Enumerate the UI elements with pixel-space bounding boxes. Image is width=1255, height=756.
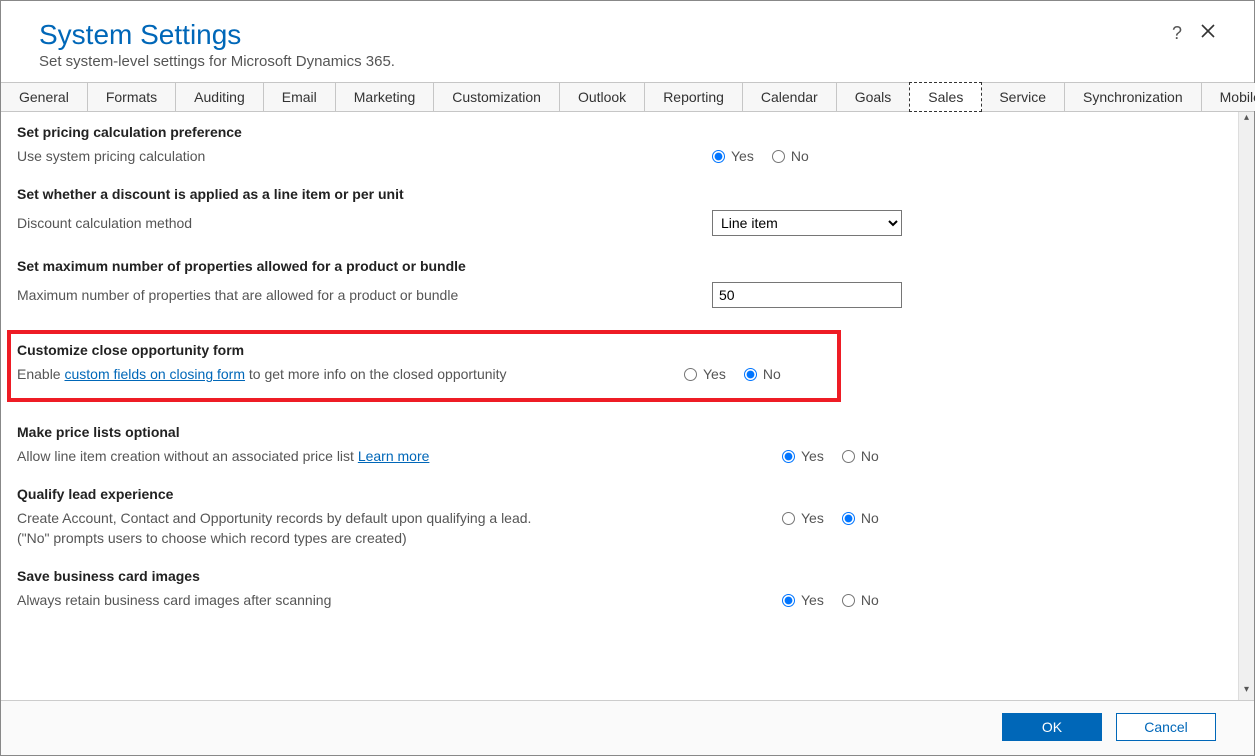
close-icon[interactable] — [1200, 23, 1216, 44]
label-price-lists: Allow line item creation without an asso… — [17, 448, 782, 464]
tab-mobile-client[interactable]: Mobile Client — [1202, 83, 1255, 111]
content-wrapper: Set pricing calculation preference Use s… — [1, 112, 1254, 701]
system-settings-dialog: System Settings Set system-level setting… — [0, 0, 1255, 756]
radio-qualify-lead-no[interactable]: No — [842, 510, 879, 526]
label-pricing: Use system pricing calculation — [17, 148, 712, 164]
radio-group-close-opp: Yes No — [684, 366, 884, 382]
radio-pricing-yes[interactable]: Yes — [712, 148, 754, 164]
section-biz-card-title: Save business card images — [17, 568, 1222, 584]
radio-group-pricing: Yes No — [712, 148, 912, 164]
tab-synchronization[interactable]: Synchronization — [1065, 83, 1202, 111]
tab-general[interactable]: General — [1, 83, 88, 111]
input-max-props[interactable] — [712, 282, 902, 308]
section-max-props-title: Set maximum number of properties allowed… — [17, 258, 1222, 274]
radio-pricing-no[interactable]: No — [772, 148, 809, 164]
section-close-opp-title: Customize close opportunity form — [17, 342, 831, 358]
ok-button[interactable]: OK — [1002, 713, 1102, 741]
link-custom-fields[interactable]: custom fields on closing form — [64, 366, 245, 382]
header-right: ? — [1172, 19, 1216, 44]
section-pricing-title: Set pricing calculation preference — [17, 124, 1222, 140]
section-discount-title: Set whether a discount is applied as a l… — [17, 186, 1222, 202]
row-qualify-lead: Create Account, Contact and Opportunity … — [17, 510, 1222, 526]
tab-service[interactable]: Service — [981, 83, 1065, 111]
content-panel: Set pricing calculation preference Use s… — [1, 112, 1238, 700]
row-biz-card: Always retain business card images after… — [17, 592, 1222, 608]
dialog-header: System Settings Set system-level setting… — [1, 1, 1254, 82]
vertical-scrollbar[interactable]: ▴ ▾ — [1238, 112, 1254, 700]
tab-customization[interactable]: Customization — [434, 83, 560, 111]
radio-biz-card-no[interactable]: No — [842, 592, 879, 608]
link-learn-more-pricelists[interactable]: Learn more — [358, 448, 430, 464]
dialog-title: System Settings — [39, 19, 395, 51]
tab-sales[interactable]: Sales — [909, 82, 982, 112]
tab-marketing[interactable]: Marketing — [336, 83, 434, 111]
tab-reporting[interactable]: Reporting — [645, 83, 743, 111]
section-close-opportunity: Customize close opportunity form Enable … — [7, 330, 841, 402]
tabs-row: General Formats Auditing Email Marketing… — [1, 82, 1254, 112]
tab-goals[interactable]: Goals — [837, 83, 911, 111]
label-discount: Discount calculation method — [17, 215, 712, 231]
note-qualify-lead: ("No" prompts users to choose which reco… — [17, 530, 1222, 546]
radio-group-price-lists: Yes No — [782, 448, 982, 464]
select-discount-method[interactable]: Line item — [712, 210, 902, 236]
radio-price-lists-no[interactable]: No — [842, 448, 879, 464]
tab-formats[interactable]: Formats — [88, 83, 176, 111]
row-pricing: Use system pricing calculation Yes No — [17, 148, 1222, 164]
tab-calendar[interactable]: Calendar — [743, 83, 837, 111]
cancel-button[interactable]: Cancel — [1116, 713, 1216, 741]
radio-group-biz-card: Yes No — [782, 592, 982, 608]
section-biz-card: Save business card images Always retain … — [17, 568, 1222, 608]
row-discount: Discount calculation method Line item — [17, 210, 1222, 236]
scroll-up-icon[interactable]: ▴ — [1239, 112, 1254, 128]
label-close-opp: Enable custom fields on closing form to … — [17, 366, 684, 382]
radio-qualify-lead-yes[interactable]: Yes — [782, 510, 824, 526]
label-biz-card: Always retain business card images after… — [17, 592, 782, 608]
header-left: System Settings Set system-level setting… — [39, 19, 395, 70]
section-pricing: Set pricing calculation preference Use s… — [17, 124, 1222, 164]
row-price-lists: Allow line item creation without an asso… — [17, 448, 1222, 464]
row-max-props: Maximum number of properties that are al… — [17, 282, 1222, 308]
tab-email[interactable]: Email — [264, 83, 336, 111]
radio-price-lists-yes[interactable]: Yes — [782, 448, 824, 464]
tab-auditing[interactable]: Auditing — [176, 83, 264, 111]
row-close-opp: Enable custom fields on closing form to … — [17, 366, 831, 382]
radio-close-opp-yes[interactable]: Yes — [684, 366, 726, 382]
label-qualify-lead: Create Account, Contact and Opportunity … — [17, 510, 782, 526]
radio-group-qualify-lead: Yes No — [782, 510, 982, 526]
tab-outlook[interactable]: Outlook — [560, 83, 645, 111]
section-price-lists-title: Make price lists optional — [17, 424, 1222, 440]
dialog-subtitle: Set system-level settings for Microsoft … — [39, 53, 395, 70]
section-qualify-lead-title: Qualify lead experience — [17, 486, 1222, 502]
radio-close-opp-no[interactable]: No — [744, 366, 781, 382]
dialog-footer: OK Cancel — [1, 701, 1254, 755]
help-icon[interactable]: ? — [1172, 23, 1182, 44]
label-max-props: Maximum number of properties that are al… — [17, 287, 712, 303]
section-discount: Set whether a discount is applied as a l… — [17, 186, 1222, 236]
section-qualify-lead: Qualify lead experience Create Account, … — [17, 486, 1222, 546]
radio-biz-card-yes[interactable]: Yes — [782, 592, 824, 608]
section-price-lists: Make price lists optional Allow line ite… — [17, 424, 1222, 464]
section-max-props: Set maximum number of properties allowed… — [17, 258, 1222, 308]
scroll-down-icon[interactable]: ▾ — [1239, 684, 1254, 700]
